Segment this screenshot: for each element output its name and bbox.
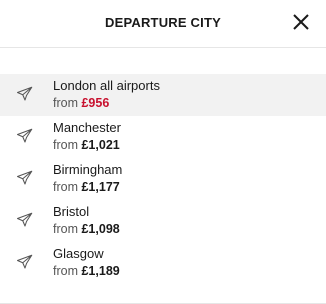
price-line: from £956 (53, 96, 109, 110)
city-name: Bristol (53, 204, 90, 219)
page-title: DEPARTURE CITY (105, 15, 221, 30)
price-value: £1,177 (81, 180, 120, 194)
close-icon (293, 14, 309, 30)
city-name: London all airports (53, 78, 160, 93)
city-option-bristol[interactable]: Bristol from £1,098 (0, 200, 326, 242)
close-button[interactable] (290, 11, 312, 33)
modal-header: DEPARTURE CITY (0, 0, 326, 48)
price-line: from £1,021 (53, 138, 120, 152)
price-value: £956 (81, 96, 110, 110)
from-label: from (53, 222, 78, 236)
city-option-birmingham[interactable]: Birmingham from £1,177 (0, 158, 326, 200)
price-line: from £1,098 (53, 222, 120, 236)
city-name: Birmingham (53, 162, 123, 177)
plane-icon (16, 253, 34, 271)
price-value: £1,021 (81, 138, 120, 152)
plane-icon (16, 211, 34, 229)
from-label: from (53, 264, 78, 278)
price-value: £1,189 (81, 264, 120, 278)
plane-icon (16, 169, 34, 187)
from-label: from (53, 138, 78, 152)
from-label: from (53, 180, 78, 194)
city-option-london[interactable]: London all airports from £956 (0, 74, 326, 116)
city-name: Glasgow (53, 246, 104, 261)
price-line: from £1,177 (53, 180, 120, 194)
departure-city-list: London all airports from £956 Manchester… (0, 74, 326, 284)
city-option-glasgow[interactable]: Glasgow from £1,189 (0, 242, 326, 284)
plane-icon (16, 127, 34, 145)
city-name: Manchester (53, 120, 121, 135)
from-label: from (53, 96, 78, 110)
plane-icon (16, 85, 34, 103)
price-line: from £1,189 (53, 264, 120, 278)
price-value: £1,098 (81, 222, 120, 236)
city-option-manchester[interactable]: Manchester from £1,021 (0, 116, 326, 158)
